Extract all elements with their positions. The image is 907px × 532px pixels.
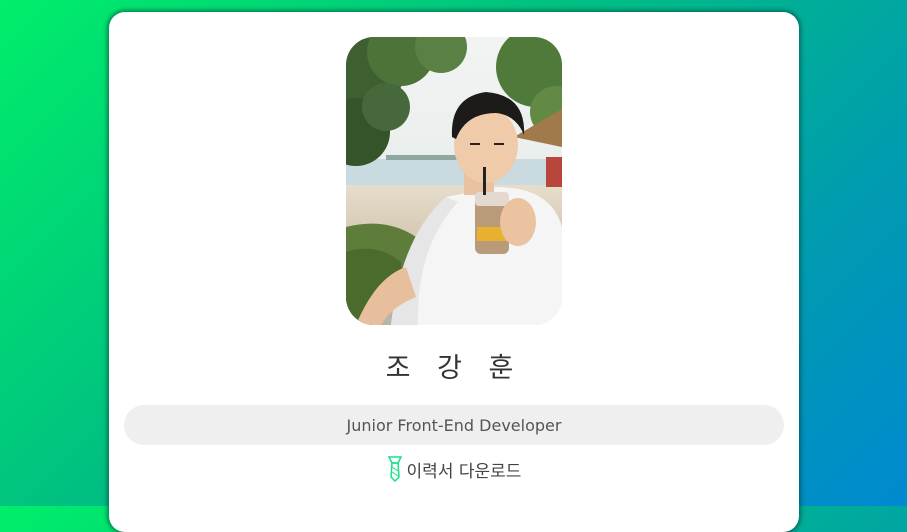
- profile-name: 조 강 훈: [385, 353, 523, 384]
- resume-download-link[interactable]: 이력서 다운로드: [109, 456, 799, 483]
- role-badge: Junior Front-End Developer: [124, 405, 784, 445]
- profile-card: 조 강 훈 Junior Front-End Developer 이력서 다운로…: [109, 12, 799, 532]
- resume-download-label: 이력서 다운로드: [406, 461, 522, 482]
- profile-photo: [346, 37, 562, 325]
- role-label: Junior Front-End Developer: [346, 415, 562, 435]
- tie-icon: [387, 456, 403, 483]
